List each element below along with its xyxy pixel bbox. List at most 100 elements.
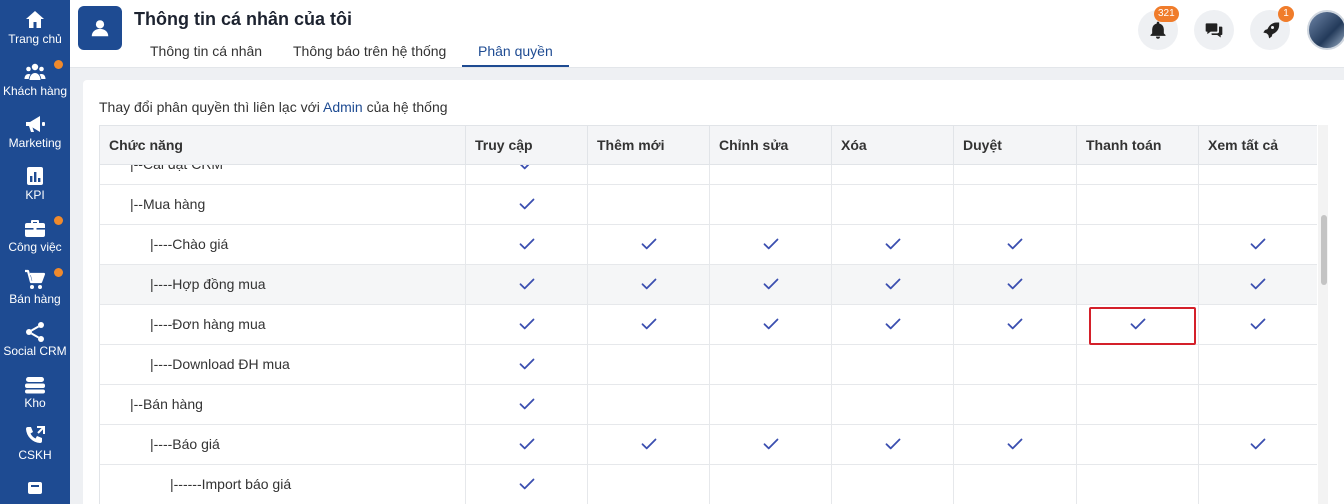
permission-table: |--Cài đặt CRM|--Mua hàng|----Chào giá|-… [99, 125, 1317, 504]
check-icon [763, 278, 779, 290]
briefcase-icon [23, 216, 47, 240]
permission-cell-payment[interactable] [1077, 465, 1199, 504]
profile-icon [78, 6, 122, 50]
permission-cell-approve[interactable] [954, 225, 1077, 265]
check-icon [1250, 438, 1266, 450]
sidebar-item-5[interactable]: Công việc [0, 212, 70, 264]
column-header-create: Thêm mới [588, 126, 710, 165]
sidebar-item-4[interactable]: KPI [0, 160, 70, 212]
check-icon [763, 238, 779, 250]
permission-cell-create[interactable] [588, 425, 710, 465]
permission-cell-view-all[interactable] [1199, 265, 1317, 305]
permission-cell-payment[interactable] [1077, 425, 1199, 465]
permission-cell-payment[interactable] [1077, 225, 1199, 265]
permission-cell-edit[interactable] [710, 465, 832, 504]
permission-cell-access[interactable] [466, 225, 588, 265]
rocket-button[interactable]: 1 [1250, 6, 1294, 50]
permission-cell-view-all[interactable] [1199, 225, 1317, 265]
permission-cell-approve[interactable] [954, 465, 1077, 504]
permission-cell-access[interactable] [466, 185, 588, 225]
permission-cell-access[interactable] [466, 385, 588, 425]
permission-cell-delete[interactable] [832, 265, 954, 305]
permission-cell-delete[interactable] [832, 305, 954, 345]
column-header-payment: Thanh toán [1077, 126, 1199, 165]
sidebar-item-6[interactable]: Bán hàng [0, 264, 70, 316]
permission-cell-create[interactable] [588, 385, 710, 425]
permission-cell-delete[interactable] [832, 425, 954, 465]
function-name-cell: |----Đơn hàng mua [100, 305, 466, 345]
notification-button[interactable]: 321 [1138, 6, 1179, 50]
table-row: |--Bán hàng [100, 385, 1317, 425]
permission-cell-edit[interactable] [710, 305, 832, 345]
permission-cell-create[interactable] [588, 345, 710, 385]
permission-cell-delete[interactable] [832, 385, 954, 425]
sidebar-item-9[interactable]: CSKH [0, 420, 70, 472]
permission-cell-access[interactable] [466, 305, 588, 345]
tab-permissions[interactable]: Phân quyền [462, 36, 569, 67]
function-name-cell: |--Bán hàng [100, 385, 466, 425]
permission-cell-delete[interactable] [832, 225, 954, 265]
permission-cell-approve[interactable] [954, 385, 1077, 425]
sidebar-item-10[interactable] [0, 472, 70, 504]
permission-cell-delete[interactable] [832, 465, 954, 504]
permission-cell-access[interactable] [466, 465, 588, 504]
permission-cell-delete[interactable] [832, 185, 954, 225]
column-header-approve: Duyệt [954, 126, 1077, 165]
permission-cell-create[interactable] [588, 265, 710, 305]
table-scrollbar-thumb[interactable] [1321, 215, 1327, 285]
permission-cell-create[interactable] [588, 305, 710, 345]
permission-cell-view-all[interactable] [1199, 345, 1317, 385]
sidebar-item-2[interactable]: Khách hàng [0, 56, 70, 108]
permission-cell-create[interactable] [588, 225, 710, 265]
permission-cell-edit[interactable] [710, 265, 832, 305]
permission-cell-delete[interactable] [832, 345, 954, 385]
sidebar-item-label: Kho [24, 396, 46, 410]
permission-cell-approve[interactable] [954, 185, 1077, 225]
sidebar-notification-dot [54, 268, 63, 277]
column-header-edit: Chỉnh sửa [710, 126, 832, 165]
permission-cell-approve[interactable] [954, 425, 1077, 465]
permission-cell-create[interactable] [588, 185, 710, 225]
permission-cell-edit[interactable] [710, 425, 832, 465]
check-icon [885, 318, 901, 330]
chat-button[interactable] [1194, 10, 1234, 50]
function-name-cell: |------Import báo giá [100, 465, 466, 504]
function-name-cell: |----Hợp đồng mua [100, 265, 466, 305]
permission-cell-payment[interactable] [1077, 185, 1199, 225]
permission-cell-view-all[interactable] [1199, 465, 1317, 504]
permission-cell-approve[interactable] [954, 345, 1077, 385]
permission-cell-access[interactable] [466, 265, 588, 305]
permission-cell-view-all[interactable] [1199, 185, 1317, 225]
more-icon [23, 476, 47, 500]
admin-link[interactable]: Admin [323, 99, 363, 115]
permission-cell-view-all[interactable] [1199, 305, 1317, 345]
sidebar: Trang chủ Khách hàng Marketing KPI Công việc… [0, 0, 70, 504]
sidebar-item-3[interactable]: Marketing [0, 108, 70, 160]
permission-cell-view-all[interactable] [1199, 385, 1317, 425]
sidebar-item-8[interactable]: Kho [0, 368, 70, 420]
permission-cell-edit[interactable] [710, 385, 832, 425]
permission-cell-access[interactable] [466, 425, 588, 465]
permission-cell-edit[interactable] [710, 345, 832, 385]
permission-cell-payment[interactable] [1077, 385, 1199, 425]
sidebar-item-7[interactable]: Social CRM [0, 316, 70, 368]
table-row: |----Hợp đồng mua [100, 265, 1317, 305]
cart-icon [23, 268, 47, 292]
permission-cell-access[interactable] [466, 345, 588, 385]
permission-cell-edit[interactable] [710, 225, 832, 265]
tab-system-notifications[interactable]: Thông báo trên hệ thống [277, 36, 462, 67]
permission-cell-approve[interactable] [954, 305, 1077, 345]
table-scrollbar-track[interactable] [1318, 125, 1328, 504]
rocket-count-badge: 1 [1278, 6, 1294, 22]
permission-cell-payment[interactable] [1077, 265, 1199, 305]
permission-cell-payment[interactable] [1077, 345, 1199, 385]
permission-cell-approve[interactable] [954, 265, 1077, 305]
user-avatar[interactable] [1307, 10, 1344, 50]
tab-personal-info[interactable]: Thông tin cá nhân [134, 36, 278, 67]
permission-cell-view-all[interactable] [1199, 425, 1317, 465]
permission-cell-create[interactable] [588, 465, 710, 504]
table-row: |--Mua hàng [100, 185, 1317, 225]
sidebar-item-1[interactable]: Trang chủ [0, 4, 70, 56]
check-icon [641, 238, 657, 250]
permission-cell-edit[interactable] [710, 185, 832, 225]
